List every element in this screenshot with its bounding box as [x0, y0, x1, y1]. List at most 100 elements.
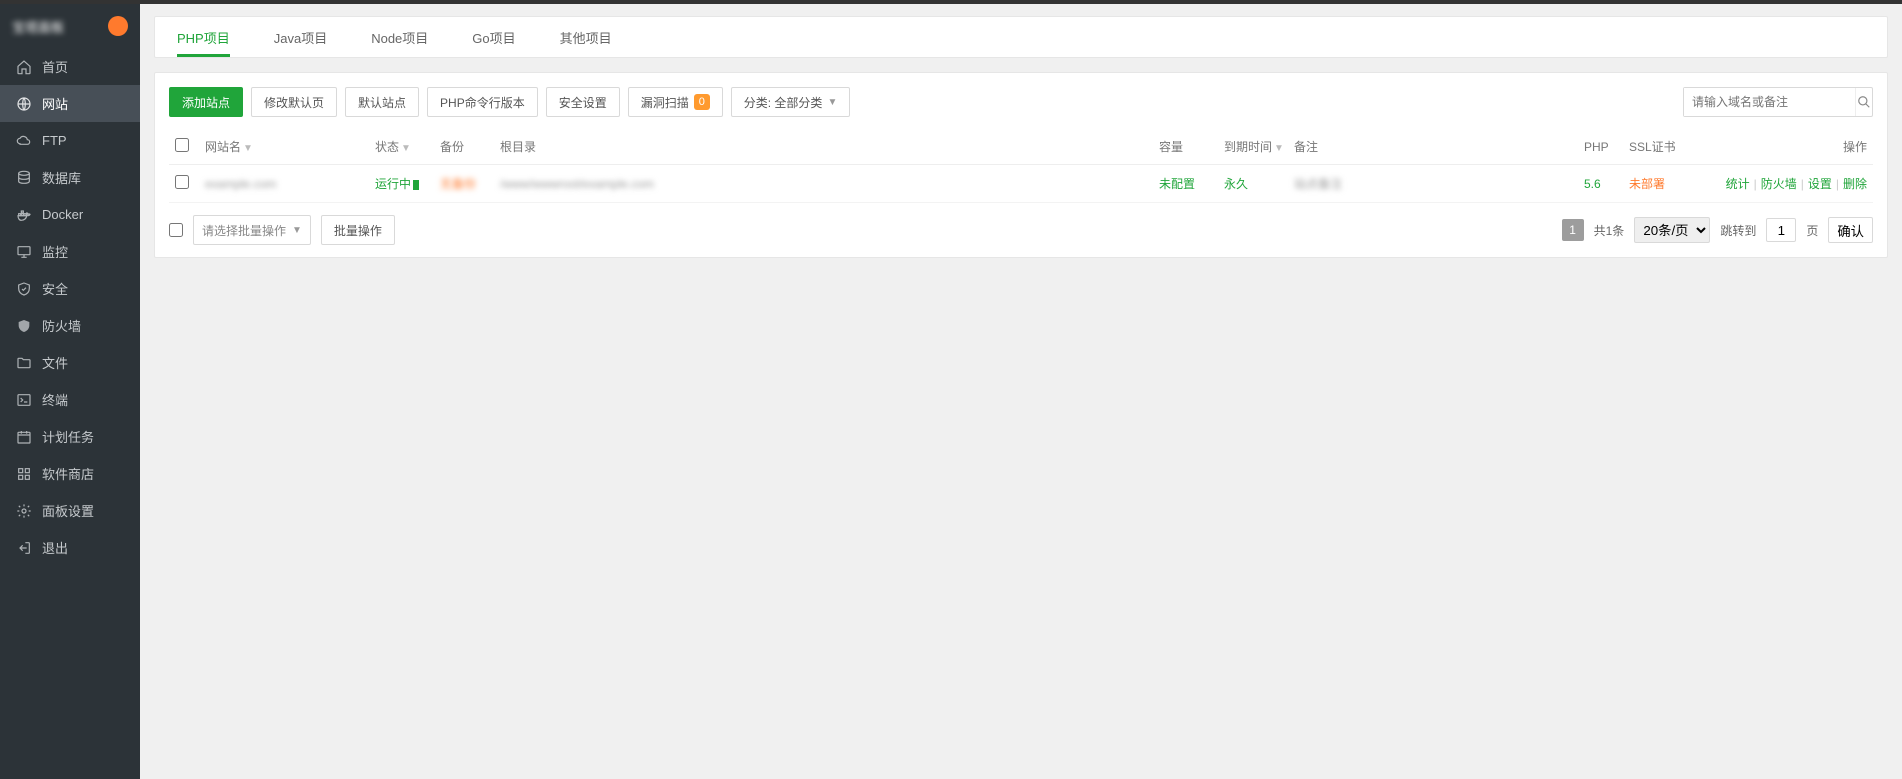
- vuln-scan-button[interactable]: 漏洞扫描 0: [628, 87, 723, 117]
- sidebar-item-label: 面板设置: [42, 501, 94, 520]
- sidebar-item-database[interactable]: 数据库: [0, 159, 140, 196]
- vuln-scan-label: 漏洞扫描: [641, 94, 689, 111]
- footer-select-all[interactable]: [169, 223, 183, 237]
- logo-area: 宝塔面板: [0, 4, 140, 48]
- logo-text: 宝塔面板: [12, 17, 64, 36]
- sidebar-item-label: 计划任务: [42, 427, 94, 446]
- sidebar-item-label: FTP: [42, 133, 67, 148]
- default-site-button[interactable]: 默认站点: [345, 87, 419, 117]
- site-name[interactable]: example.com: [205, 177, 276, 191]
- sidebar-item-label: 首页: [42, 57, 68, 76]
- logout-icon: [16, 540, 32, 556]
- sidebar-item-home[interactable]: 首页: [0, 48, 140, 85]
- globe-icon: [16, 96, 32, 112]
- sidebar-item-label: 监控: [42, 242, 68, 261]
- sidebar-item-globe[interactable]: 网站: [0, 85, 140, 122]
- tab-0[interactable]: PHP项目: [155, 17, 252, 57]
- sidebar-item-monitor[interactable]: 监控: [0, 233, 140, 270]
- bulk-select[interactable]: 请选择批量操作 ▼: [193, 215, 311, 245]
- pagination: 1 共1条 20条/页 跳转到 页 确认: [1562, 217, 1873, 243]
- col-name[interactable]: 网站名▼: [199, 129, 369, 165]
- action-delete[interactable]: 删除: [1843, 177, 1867, 191]
- tab-3[interactable]: Go项目: [450, 17, 537, 57]
- per-page-select[interactable]: 20条/页: [1634, 217, 1710, 243]
- sidebar-item-shield[interactable]: 安全: [0, 270, 140, 307]
- site-expire[interactable]: 永久: [1224, 177, 1248, 191]
- sidebar-item-label: Docker: [42, 207, 83, 222]
- sidebar-item-label: 防火墙: [42, 316, 81, 335]
- tab-4[interactable]: 其他项目: [538, 17, 634, 57]
- calendar-icon: [16, 429, 32, 445]
- search-icon: [1857, 95, 1871, 109]
- row-checkbox[interactable]: [175, 175, 189, 189]
- status-indicator-icon: [413, 180, 419, 190]
- tab-1[interactable]: Java项目: [252, 17, 349, 57]
- sidebar-item-cloud[interactable]: FTP: [0, 122, 140, 159]
- sidebar-item-terminal[interactable]: 终端: [0, 381, 140, 418]
- site-capacity[interactable]: 未配置: [1159, 177, 1195, 191]
- site-php[interactable]: 5.6: [1584, 177, 1601, 191]
- sidebar-item-settings[interactable]: 面板设置: [0, 492, 140, 529]
- jump-label: 跳转到: [1720, 222, 1756, 239]
- sort-icon: ▼: [401, 143, 411, 154]
- search-input[interactable]: [1684, 88, 1855, 116]
- sidebar-item-calendar[interactable]: 计划任务: [0, 418, 140, 455]
- col-php: PHP: [1578, 129, 1623, 165]
- action-stats[interactable]: 统计: [1726, 177, 1750, 191]
- row-actions: 统计|防火墙|设置|删除: [1708, 165, 1873, 203]
- sidebar-item-label: 文件: [42, 353, 68, 372]
- col-expire[interactable]: 到期时间▼: [1218, 129, 1288, 165]
- firewall-icon: [16, 318, 32, 334]
- site-ssl[interactable]: 未部署: [1629, 177, 1665, 191]
- action-waf[interactable]: 防火墙: [1761, 177, 1797, 191]
- shield-icon: [16, 281, 32, 297]
- search-box: [1683, 87, 1873, 117]
- sidebar-item-docker[interactable]: Docker: [0, 196, 140, 233]
- table-footer: 请选择批量操作 ▼ 批量操作 1 共1条 20条/页 跳转到 页 确认: [169, 215, 1873, 245]
- site-status[interactable]: 运行中: [375, 177, 411, 191]
- jump-confirm-button[interactable]: 确认: [1828, 217, 1873, 243]
- tabs: PHP项目Java项目Node项目Go项目其他项目: [154, 16, 1888, 58]
- site-root[interactable]: /www/wwwroot/example.com: [500, 177, 654, 191]
- sidebar-item-label: 网站: [42, 94, 68, 113]
- site-remark[interactable]: 站点备注: [1294, 177, 1342, 191]
- sidebar-item-logout[interactable]: 退出: [0, 529, 140, 566]
- toolbar: 添加站点 修改默认页 默认站点 PHP命令行版本 安全设置 漏洞扫描 0 分类:…: [169, 87, 1873, 117]
- site-table: 网站名▼ 状态▼ 备份 根目录 容量 到期时间▼ 备注 PHP SSL证书 操作…: [169, 129, 1873, 203]
- add-site-button[interactable]: 添加站点: [169, 87, 243, 117]
- modify-default-button[interactable]: 修改默认页: [251, 87, 337, 117]
- col-status[interactable]: 状态▼: [369, 129, 434, 165]
- total-count: 共1条: [1594, 222, 1625, 239]
- jump-input[interactable]: [1766, 218, 1796, 242]
- sidebar-item-label: 数据库: [42, 168, 81, 187]
- sidebar-item-apps[interactable]: 软件商店: [0, 455, 140, 492]
- col-backup: 备份: [434, 129, 494, 165]
- sidebar-item-label: 软件商店: [42, 464, 94, 483]
- page-suffix: 页: [1806, 222, 1818, 239]
- chevron-down-icon: ▼: [292, 225, 302, 236]
- database-icon: [16, 170, 32, 186]
- sidebar: 宝塔面板 首页网站 FTP 数据库 Docker 监控安全防火墙文件终端计划任务软件商店…: [0, 4, 140, 779]
- main-content: PHP项目Java项目Node项目Go项目其他项目 添加站点 修改默认页 默认站…: [140, 4, 1902, 779]
- chevron-down-icon: ▼: [827, 97, 837, 108]
- search-button[interactable]: [1855, 88, 1872, 116]
- security-button[interactable]: 安全设置: [546, 87, 620, 117]
- col-action: 操作: [1708, 129, 1873, 165]
- cloud-icon: [16, 133, 32, 149]
- sidebar-item-folder[interactable]: 文件: [0, 344, 140, 381]
- sidebar-item-firewall[interactable]: 防火墙: [0, 307, 140, 344]
- col-ssl: SSL证书: [1623, 129, 1708, 165]
- home-icon: [16, 59, 32, 75]
- php-cli-button[interactable]: PHP命令行版本: [427, 87, 538, 117]
- col-root: 根目录: [494, 129, 1153, 165]
- category-dropdown[interactable]: 分类: 全部分类 ▼: [731, 87, 851, 117]
- site-backup[interactable]: 无备份: [440, 177, 476, 191]
- sidebar-item-label: 安全: [42, 279, 68, 298]
- bulk-action-button[interactable]: 批量操作: [321, 215, 395, 245]
- bulk-select-label: 请选择批量操作: [202, 222, 286, 239]
- action-settings[interactable]: 设置: [1808, 177, 1832, 191]
- docker-icon: [16, 207, 32, 223]
- tab-2[interactable]: Node项目: [349, 17, 450, 57]
- sidebar-item-label: 退出: [42, 538, 68, 557]
- select-all-checkbox[interactable]: [175, 138, 189, 152]
